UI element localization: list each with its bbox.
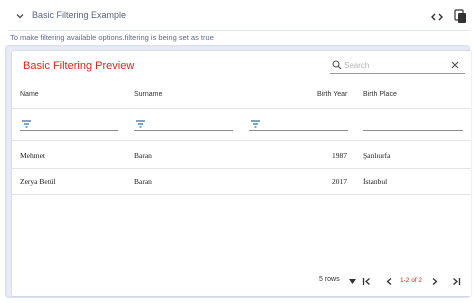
filter-birth-place-select[interactable] — [363, 117, 463, 131]
clear-icon[interactable] — [450, 60, 460, 70]
search-field[interactable] — [330, 58, 465, 74]
filter-icon — [251, 120, 260, 128]
first-page-icon[interactable] — [362, 277, 371, 286]
page-info: 1-2 of 2 — [400, 277, 423, 284]
data-table: Basic Filtering Preview Name Surname Bir… — [12, 51, 471, 296]
rows-per-page-value: 5 rows — [319, 276, 340, 283]
column-header-surname[interactable]: Surname — [134, 91, 162, 98]
column-header-birth-place[interactable]: Birth Place — [363, 91, 397, 98]
code-icon[interactable] — [430, 10, 444, 24]
next-page-icon[interactable] — [430, 277, 439, 286]
chevron-down-icon[interactable] — [13, 9, 27, 23]
table-cell: Mehmet — [20, 151, 45, 160]
example-title: Basic Filtering Example — [32, 10, 127, 20]
filter-row-divider — [12, 140, 471, 141]
filter-birth-year-field[interactable] — [249, 117, 348, 131]
caret-down-icon — [349, 279, 356, 284]
filter-name-field[interactable] — [20, 117, 118, 131]
header-divider — [12, 108, 471, 109]
table-title: Basic Filtering Preview — [23, 60, 135, 72]
hint-text: To make filtering available options.filt… — [10, 33, 214, 42]
filter-icon — [22, 120, 31, 128]
header-divider — [8, 30, 470, 31]
filter-icon — [136, 120, 145, 128]
search-input[interactable] — [344, 58, 444, 72]
row-divider — [12, 168, 471, 169]
copy-icon[interactable] — [454, 9, 467, 24]
column-header-name[interactable]: Name — [20, 91, 39, 98]
table-cell: Baran — [134, 151, 152, 160]
column-header-birth-year[interactable]: Birth Year — [317, 91, 347, 98]
previous-page-icon[interactable] — [385, 277, 394, 286]
table-cell: 1987 — [332, 151, 347, 160]
rows-per-page-select[interactable]: 5 rows — [319, 276, 359, 290]
table-cell: İstanbul — [363, 177, 388, 186]
filter-surname-field[interactable] — [134, 117, 233, 131]
table-cell: Baran — [134, 177, 152, 186]
table-cell: 2017 — [332, 177, 347, 186]
example-header[interactable]: Basic Filtering Example — [0, 0, 474, 30]
row-divider — [12, 194, 471, 195]
search-icon — [332, 60, 342, 70]
table-cell: Zerya Betül — [20, 177, 56, 186]
last-page-icon[interactable] — [452, 277, 461, 286]
table-cell: Şanlıurfa — [363, 151, 391, 160]
